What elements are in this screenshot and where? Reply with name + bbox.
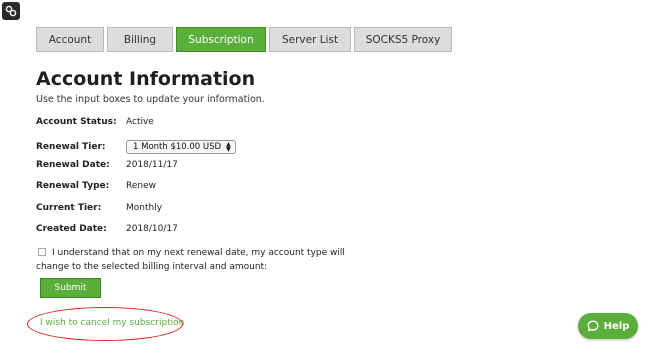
renewal-tier-select[interactable]: 1 Month $10.00 USD ▲ ▼ (126, 140, 236, 154)
renewal-tier-row: Renewal Tier: 1 Month $10.00 USD ▲ ▼ (36, 140, 236, 154)
agreement: I understand that on my next renewal dat… (36, 246, 366, 274)
renewal-type-row: Renewal Type: Renew (36, 181, 156, 191)
chat-bubble-icon (587, 320, 599, 332)
tab-server-list[interactable]: Server List (269, 27, 351, 52)
select-arrows-icon: ▲ ▼ (226, 141, 231, 153)
cancel-subscription-link[interactable]: I wish to cancel my subscription (40, 318, 184, 328)
current-tier-label: Current Tier: (36, 203, 102, 213)
help-label: Help (603, 320, 630, 332)
created-date-row: Created Date: 2018/10/17 (36, 224, 178, 234)
current-tier-row: Current Tier: Monthly (36, 203, 162, 213)
page-title: Account Information (36, 68, 256, 90)
submit-button[interactable]: Submit (40, 278, 101, 298)
agreement-checkbox[interactable] (38, 248, 46, 256)
created-date-label: Created Date: (36, 224, 107, 234)
renewal-tier-label: Renewal Tier: (36, 142, 106, 152)
account-status-row: Account Status: Active (36, 117, 154, 127)
tab-bar: Account Billing Subscription Server List… (36, 27, 452, 52)
current-tier-value: Monthly (126, 203, 163, 213)
tab-socks5-proxy[interactable]: SOCKS5 Proxy (354, 27, 452, 52)
renewal-date-row: Renewal Date: 2018/11/17 (36, 160, 178, 170)
page-subtitle: Use the input boxes to update your infor… (36, 94, 265, 105)
link-icon[interactable] (2, 2, 20, 20)
account-status-value: Active (126, 117, 154, 127)
renewal-type-label: Renewal Type: (36, 181, 110, 191)
renewal-tier-value: 1 Month $10.00 USD (133, 142, 222, 152)
renewal-date-value: 2018/11/17 (126, 160, 178, 170)
renewal-date-label: Renewal Date: (36, 160, 110, 170)
renewal-type-value: Renew (126, 181, 156, 191)
agreement-text: I understand that on my next renewal dat… (36, 248, 345, 272)
created-date-value: 2018/10/17 (126, 224, 178, 234)
tab-billing[interactable]: Billing (107, 27, 173, 52)
help-button[interactable]: Help (578, 313, 638, 339)
tab-account[interactable]: Account (36, 27, 104, 52)
account-status-label: Account Status: (36, 117, 117, 127)
tab-subscription[interactable]: Subscription (176, 27, 266, 52)
